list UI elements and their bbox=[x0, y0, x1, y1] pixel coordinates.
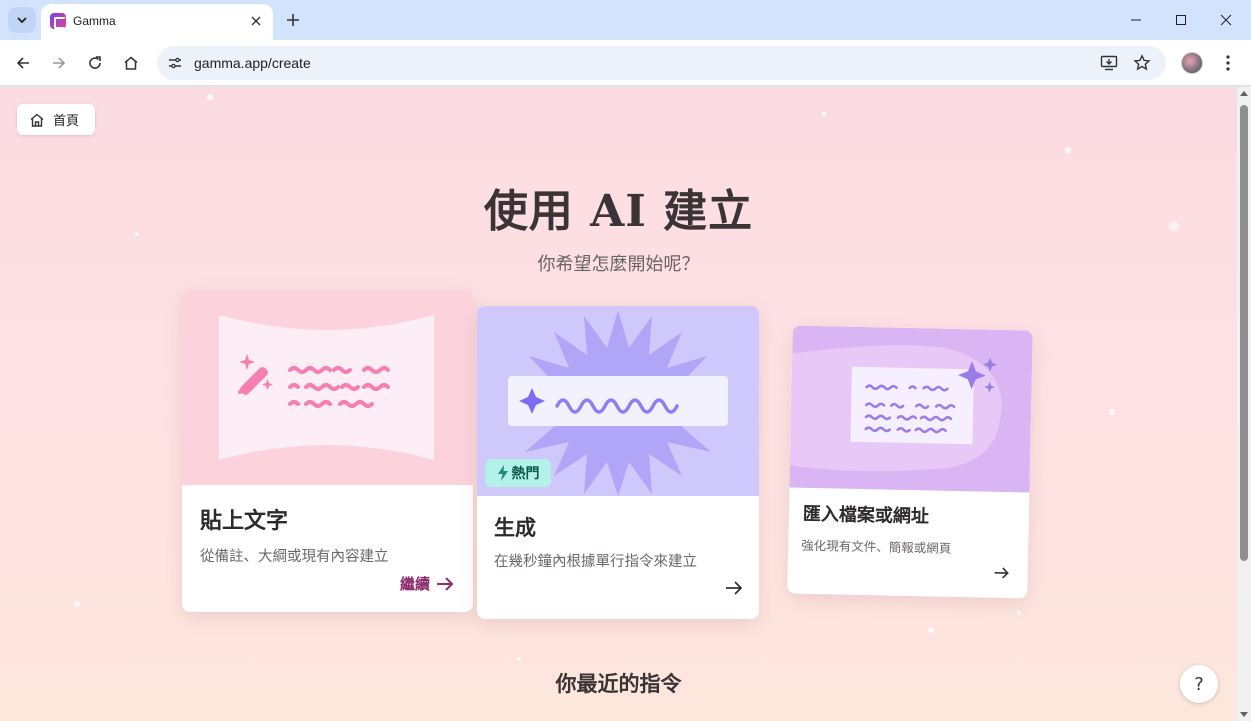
home-icon bbox=[30, 113, 44, 127]
paste-text-card[interactable]: 貼上文字 從備註、大綱或現有內容建立 繼續 bbox=[182, 290, 473, 612]
maximize-icon bbox=[1176, 15, 1186, 25]
maximize-button[interactable] bbox=[1169, 8, 1193, 32]
browser-menu-button[interactable] bbox=[1216, 51, 1240, 75]
site-settings-icon[interactable] bbox=[165, 53, 185, 73]
page-subtitle: 你希望怎麼開始呢？ bbox=[537, 254, 700, 275]
sparkle-decoration bbox=[517, 657, 521, 661]
hot-badge: 熱門 bbox=[485, 459, 551, 487]
create-page: 首頁 使用 AI 建立 你希望怎麼開始呢？ 貼上文字 從備註、大綱或現有內容建立… bbox=[0, 87, 1237, 721]
help-label: ? bbox=[1194, 673, 1204, 695]
arrow-right-icon bbox=[725, 580, 743, 600]
scroll-down-arrow-icon[interactable] bbox=[1240, 712, 1248, 717]
arrow-right-icon bbox=[53, 57, 66, 69]
plus-icon bbox=[287, 14, 299, 26]
address-bar[interactable]: gamma.app/create bbox=[157, 46, 1166, 80]
continue-label: 繼續 bbox=[400, 575, 431, 593]
home-nav-button[interactable]: 首頁 bbox=[17, 104, 95, 135]
chevron-down-icon bbox=[17, 17, 27, 24]
scrollbar-thumb[interactable] bbox=[1240, 105, 1248, 561]
home-nav-label: 首頁 bbox=[53, 114, 80, 129]
generate-card[interactable]: 熱門 生成 在幾秒鐘內根據單行指令來建立 bbox=[477, 306, 759, 619]
gamma-favicon-icon bbox=[50, 13, 66, 29]
import-illustration bbox=[789, 325, 1033, 493]
browser-toolbar: gamma.app/create bbox=[0, 40, 1251, 86]
import-card-title: 匯入檔案或網址 bbox=[802, 503, 930, 528]
hot-badge-label: 熱門 bbox=[511, 466, 540, 482]
sparkle-decoration bbox=[74, 601, 80, 607]
minimize-icon bbox=[1131, 19, 1141, 21]
help-button[interactable]: ? bbox=[1180, 665, 1218, 703]
tab-title: Gamma bbox=[73, 14, 116, 28]
import-card-description: 強化現有文件、簡報或網頁 bbox=[801, 537, 952, 556]
lightning-icon bbox=[497, 465, 508, 481]
close-icon bbox=[1220, 14, 1232, 26]
home-icon bbox=[124, 56, 138, 70]
scroll-up-arrow-icon[interactable] bbox=[1240, 91, 1248, 96]
tab-search-button[interactable] bbox=[8, 7, 36, 33]
arrow-right-icon bbox=[993, 565, 1009, 584]
new-tab-button[interactable] bbox=[282, 9, 304, 31]
generate-illustration: 熱門 bbox=[477, 306, 759, 496]
sparkle-decoration bbox=[1109, 409, 1115, 415]
close-icon bbox=[251, 16, 261, 26]
sparkle-decoration bbox=[207, 94, 213, 100]
forward-button[interactable] bbox=[47, 51, 71, 75]
arrow-right-icon bbox=[437, 576, 454, 591]
paste-text-card-description: 從備註、大綱或現有內容建立 bbox=[200, 549, 389, 565]
sparkle-decoration bbox=[1017, 611, 1021, 615]
page-scrollbar[interactable] bbox=[1237, 87, 1251, 721]
arrow-left-icon bbox=[16, 57, 29, 69]
back-button[interactable] bbox=[11, 51, 35, 75]
profile-avatar[interactable] bbox=[1181, 52, 1203, 74]
more-vertical-icon bbox=[1226, 55, 1230, 71]
import-card[interactable]: 匯入檔案或網址 強化現有文件、簡報或網頁 bbox=[787, 325, 1033, 599]
sparkle-decoration bbox=[928, 627, 934, 633]
sparkle-decoration bbox=[1065, 147, 1071, 153]
reload-icon bbox=[89, 56, 101, 69]
reload-button[interactable] bbox=[83, 51, 107, 75]
install-app-icon[interactable] bbox=[1100, 54, 1118, 76]
browser-tab[interactable]: Gamma bbox=[41, 4, 273, 40]
tab-strip: Gamma bbox=[0, 0, 1251, 40]
url-text[interactable]: gamma.app/create bbox=[194, 55, 311, 71]
home-button[interactable] bbox=[119, 51, 143, 75]
generate-card-title: 生成 bbox=[494, 516, 536, 540]
page-title: 使用 AI 建立 bbox=[483, 186, 754, 237]
continue-link[interactable]: 繼續 bbox=[400, 573, 454, 594]
recent-prompts-heading: 你最近的指令 bbox=[555, 672, 682, 696]
paste-text-illustration bbox=[182, 290, 473, 485]
tab-close-button[interactable] bbox=[247, 12, 265, 30]
generate-card-description: 在幾秒鐘內根據單行指令來建立 bbox=[494, 554, 697, 570]
paste-text-card-title: 貼上文字 bbox=[200, 509, 289, 534]
bookmark-star-icon[interactable] bbox=[1133, 54, 1151, 76]
minimize-button[interactable] bbox=[1124, 8, 1148, 32]
sparkle-decoration bbox=[822, 112, 826, 116]
window-close-button[interactable] bbox=[1214, 8, 1238, 32]
